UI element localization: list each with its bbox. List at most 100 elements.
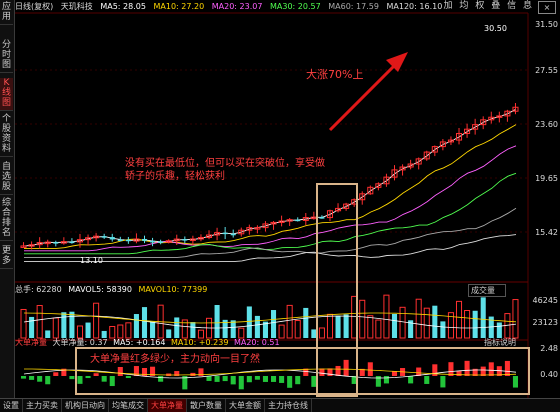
volume-bar: [93, 302, 100, 339]
volume-bar: [271, 310, 277, 338]
flow-net-value: 大单净量: 0.37: [52, 338, 108, 347]
volume-bar: [52, 317, 59, 339]
volume-bar: [480, 297, 486, 338]
volume-bar: [303, 307, 309, 338]
ma-line: [24, 124, 517, 249]
volume-bar: [375, 319, 382, 339]
indicator-tabs: 设置 主力买卖 机构日动向 均笔成交 大单净量 散户数量 大单金额 主力持仓线: [0, 398, 560, 412]
volume-bar: [278, 324, 285, 339]
volume-indicator-select[interactable]: 成交量: [468, 284, 506, 297]
candle: [512, 102, 519, 115]
volume-bar: [512, 299, 519, 339]
candle: [197, 234, 204, 242]
volume-bar: [367, 315, 374, 339]
flow-axis-1: 2.48: [540, 344, 558, 353]
candle: [44, 239, 51, 248]
candle: [504, 109, 511, 122]
tab-large-order-net[interactable]: 大单净量: [148, 399, 187, 412]
volume-bar: [174, 317, 180, 338]
candle: [150, 237, 156, 247]
volume-bar: [359, 299, 366, 339]
candle: [439, 139, 446, 151]
volume-bar: [190, 322, 196, 338]
volume-bar: [423, 307, 430, 339]
volume-bar: [432, 305, 438, 338]
flow-bar: [21, 376, 27, 379]
tab-institution-trend[interactable]: 机构日动向: [62, 399, 109, 412]
flow-bar: [53, 372, 59, 376]
volume-bar: [455, 300, 463, 339]
rise-arrow: [328, 52, 408, 132]
candle: [222, 226, 228, 240]
candle: [133, 233, 140, 244]
candle: [125, 236, 131, 244]
indicator-help-link[interactable]: 指标说明: [484, 337, 516, 348]
mavol10-value: MAVOL10: 77399: [138, 285, 208, 294]
volume-bar: [85, 322, 91, 338]
mavol5-value: MAVOL5: 58390: [68, 285, 132, 294]
volume-bar: [399, 306, 406, 339]
candle: [496, 111, 503, 123]
volume-bar: [246, 306, 252, 338]
candle: [480, 116, 487, 130]
tab-retail-count[interactable]: 散户数量: [187, 399, 226, 412]
candle: [423, 150, 430, 161]
candle: [182, 236, 188, 244]
price-axis-3: 23.60: [535, 120, 558, 129]
low-price-label: 13.10: [80, 256, 103, 265]
total-volume: 总手: 62280: [15, 285, 62, 294]
candle: [488, 111, 495, 124]
volume-bar: [36, 305, 43, 339]
volume-bar: [472, 310, 478, 338]
volume-bar: [61, 312, 67, 338]
candle: [60, 237, 67, 245]
candle: [36, 237, 43, 249]
flow-bar: [45, 376, 51, 385]
flow-bar: [29, 376, 35, 380]
candle: [415, 157, 422, 170]
tab-main-position[interactable]: 主力持仓线: [265, 399, 312, 412]
volume-bar: [391, 313, 398, 338]
candle: [93, 233, 100, 242]
candle: [69, 238, 75, 244]
volume-bar: [440, 321, 446, 338]
flow-annotation: 大单净量红多绿少，主力动向一目了然: [90, 354, 260, 365]
flow-ma20: MA20: 0.51: [233, 338, 280, 347]
volume-bar: [415, 298, 422, 339]
volume-bar: [133, 314, 139, 338]
candle: [20, 242, 27, 248]
flow-ma10: MA10: +0.239: [171, 338, 229, 347]
volume-bar: [294, 320, 301, 339]
candle: [383, 173, 390, 187]
volume-bar: [496, 322, 502, 338]
volume-bar: [150, 321, 156, 338]
candle: [101, 233, 107, 239]
price-axis-5: 15.42: [535, 228, 558, 237]
price-axis-2: 27.55: [535, 66, 558, 75]
volume-bar: [29, 316, 35, 338]
volume-bar: [383, 294, 390, 339]
rise-annotation: 大涨70%上: [306, 68, 364, 81]
breakout-annotation: 没有买在最低位，但可以买在突破位，享受做轿子的乐趣，轻松获利: [125, 158, 325, 182]
candle: [472, 118, 479, 135]
volume-bar: [254, 315, 260, 338]
volume-bar: [141, 307, 148, 338]
candle: [53, 240, 59, 247]
flow-bar: [69, 376, 75, 380]
volume-bar: [69, 311, 75, 338]
tab-avg-trade[interactable]: 均笔成交: [109, 399, 148, 412]
flow-indicator-name: 大单净量: [15, 338, 47, 347]
candle: [375, 182, 382, 191]
tab-main-trade[interactable]: 主力买卖: [23, 399, 62, 412]
volume-header: 总手: 62280 MAVOL5: 58390 MAVOL10: 77399: [15, 284, 207, 296]
candle: [270, 220, 277, 230]
flow-bar: [37, 376, 43, 382]
volume-bar: [286, 304, 293, 339]
candle: [109, 233, 115, 242]
candle: [85, 234, 92, 246]
volume-axis-2: 23123: [532, 318, 558, 327]
price-axis-1: 31.50: [535, 20, 558, 29]
tab-large-order-amount[interactable]: 大单金额: [226, 399, 265, 412]
tab-settings[interactable]: 设置: [0, 399, 23, 412]
flow-axis-2: 0.40: [540, 370, 558, 379]
